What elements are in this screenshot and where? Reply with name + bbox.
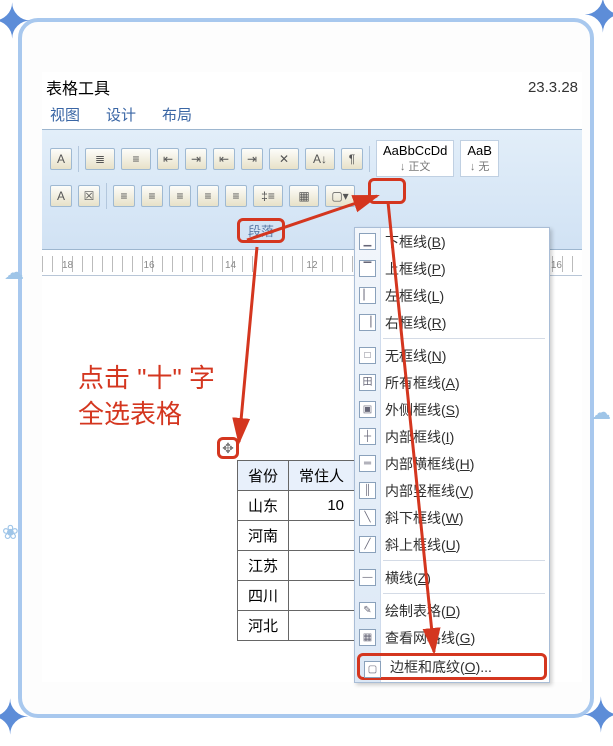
align-justify-button[interactable]: ≡ <box>197 185 219 207</box>
ribbon-button[interactable]: ⇥ <box>241 148 263 170</box>
contextual-tab-title: 表格工具 <box>46 75 110 99</box>
align-distribute-button[interactable]: ≡ <box>225 185 247 207</box>
table-row: 河北 <box>238 611 355 641</box>
ribbon-tabs: 视图 设计 布局 <box>42 102 582 130</box>
border-icon: ▣ <box>359 401 376 418</box>
numbering-button[interactable]: ≡ <box>121 148 151 170</box>
decorative-frame: 表格工具 23.3.28 视图 设计 布局 A ≣ ≡ ⇤ ⇥ ⇤ ⇥ ✕ A↓ <box>18 18 594 718</box>
table-move-handle[interactable]: ✥ <box>217 437 239 459</box>
annotation-hint: 点击 "十" 字 全选表格 <box>78 360 215 432</box>
annotation-arrow <box>237 247 267 452</box>
border-icon: ▔ <box>359 260 376 277</box>
decor-doodle: ☁ <box>591 400 611 425</box>
border-icon: □ <box>359 347 376 364</box>
decor-doodle: ☁ <box>4 260 24 285</box>
align-center-button[interactable]: ≡ <box>141 185 163 207</box>
border-icon: ▏ <box>359 287 376 304</box>
style-gallery-item[interactable]: AaBbCcDd ↓ 正文 <box>376 140 454 177</box>
align-left-button[interactable]: ≡ <box>113 185 135 207</box>
sort-button[interactable]: A↓ <box>305 148 335 170</box>
ribbon-button[interactable]: ☒ <box>78 185 100 207</box>
border-icon: ✎ <box>359 602 376 619</box>
ribbon-button[interactable]: ⇤ <box>213 148 235 170</box>
annotation-arrow <box>247 192 387 247</box>
border-icon: 田 <box>359 374 376 391</box>
col-header[interactable]: 常住人 <box>289 461 355 491</box>
version-label: 23.3.28 <box>528 79 578 96</box>
decor-star-bl: ✦ <box>0 690 30 746</box>
decor-doodle: ❀ <box>2 520 19 545</box>
table-row: 山东10 <box>238 491 355 521</box>
border-icon: — <box>359 569 376 586</box>
table-row: 四川 <box>238 581 355 611</box>
bullets-button[interactable]: ≣ <box>85 148 115 170</box>
table-row: 省份 常住人 <box>238 461 355 491</box>
show-marks-button[interactable]: ¶ <box>341 148 363 170</box>
dec-indent-button[interactable]: ⇤ <box>157 148 179 170</box>
decor-star-tl: ✦ <box>0 0 32 50</box>
border-icon: ═ <box>359 455 376 472</box>
border-icon: ╲ <box>359 509 376 526</box>
border-icon: ╱ <box>359 536 376 553</box>
inc-indent-button[interactable]: ⇥ <box>185 148 207 170</box>
border-icon: ▦ <box>359 629 376 646</box>
ribbon-button[interactable]: A <box>50 148 72 170</box>
decor-star-tr: ✦ <box>583 0 613 44</box>
table-row: 江苏 <box>238 551 355 581</box>
table-row: 河南 <box>238 521 355 551</box>
tab-view[interactable]: 视图 <box>46 100 84 129</box>
annotation-arrow <box>384 202 444 667</box>
border-icon: ▢ <box>364 661 381 678</box>
col-header[interactable]: 省份 <box>238 461 289 491</box>
sample-table[interactable]: 省份 常住人 山东10 河南 江苏 四川 河北 <box>237 460 355 641</box>
border-icon: ║ <box>359 482 376 499</box>
border-icon: ▕ <box>359 314 376 331</box>
ribbon-button[interactable]: A <box>50 185 72 207</box>
title-bar: 表格工具 23.3.28 <box>42 72 582 102</box>
border-icon: ┼ <box>359 428 376 445</box>
tab-design[interactable]: 设计 <box>102 100 140 129</box>
ribbon-button[interactable]: ✕ <box>269 148 299 170</box>
align-right-button[interactable]: ≡ <box>169 185 191 207</box>
style-gallery-item[interactable]: AaB ↓ 无 <box>460 140 499 177</box>
tab-layout[interactable]: 布局 <box>158 100 196 129</box>
